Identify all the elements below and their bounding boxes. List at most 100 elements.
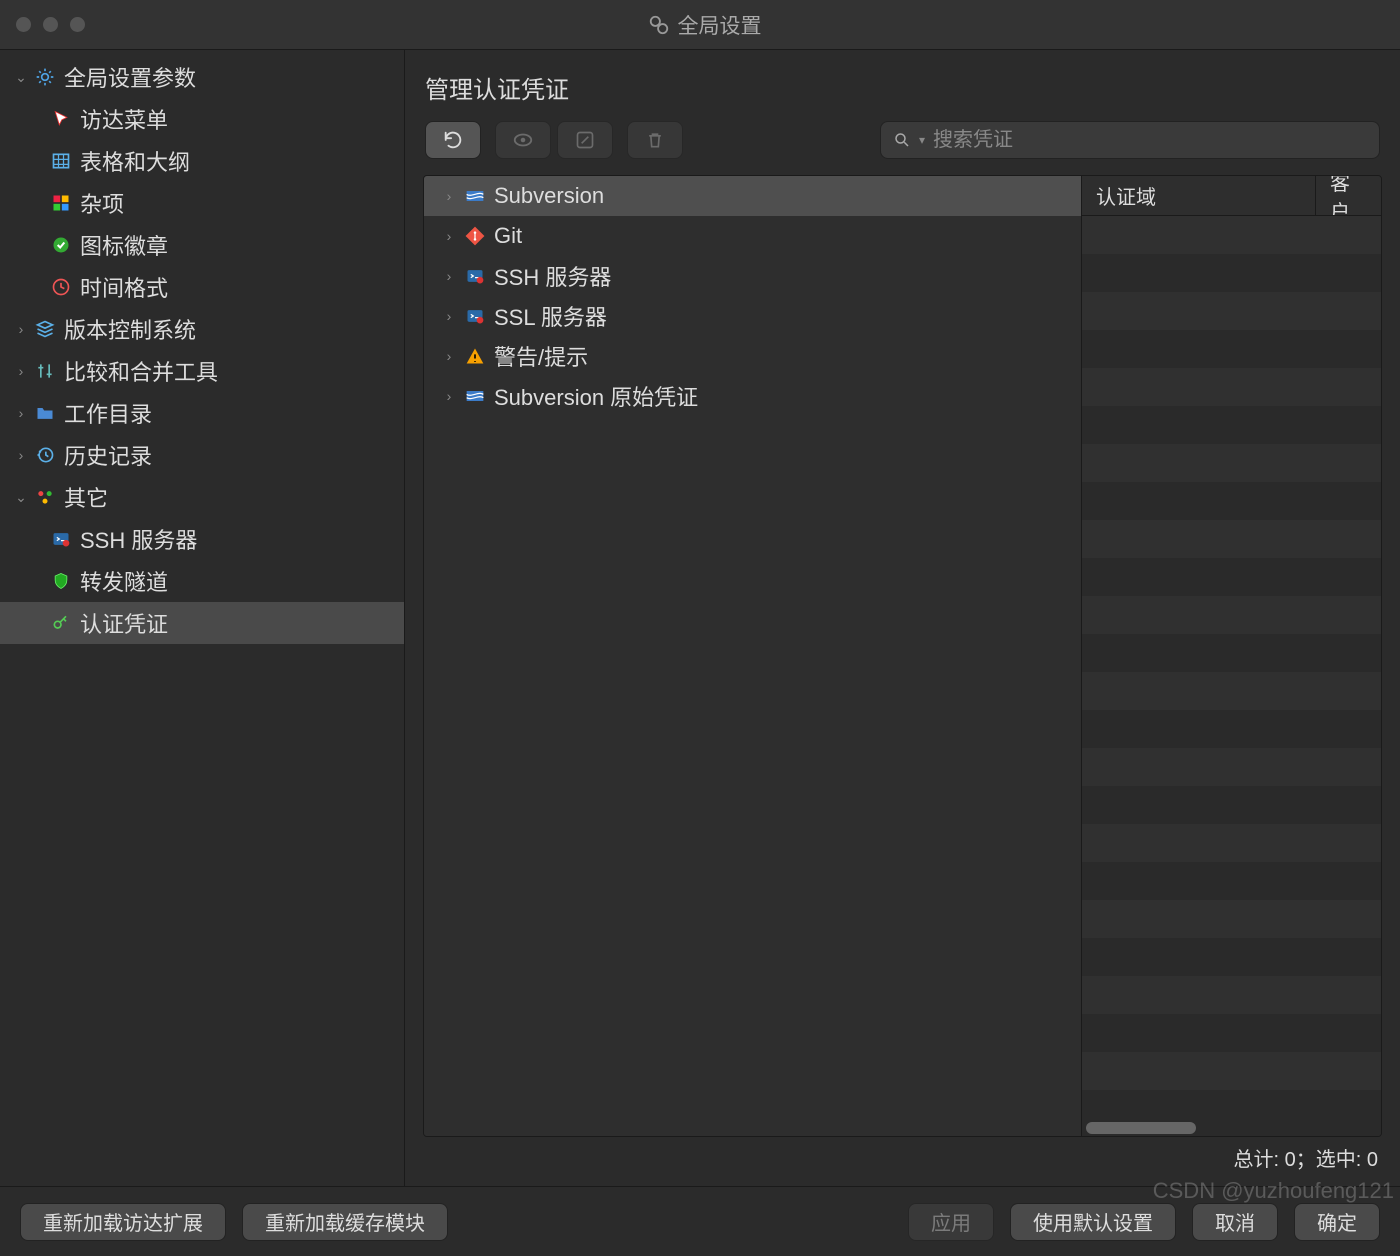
svn-icon — [464, 185, 486, 207]
search-input[interactable] — [933, 129, 1367, 152]
category-label: 警告/提示 — [494, 340, 588, 372]
table-body-empty — [1082, 216, 1381, 1120]
toolbar: ▾ — [405, 121, 1400, 175]
column-header-client[interactable]: 客户 — [1316, 176, 1381, 215]
sidebar-item-label: 访达菜单 — [80, 103, 168, 135]
category-row-3[interactable]: › SSL 服务器 — [424, 296, 1081, 336]
reload-cache-button[interactable]: 重新加载缓存模块 — [242, 1203, 448, 1241]
search-box[interactable]: ▾ — [880, 121, 1380, 159]
main-panel: 管理认证凭证 — [405, 50, 1400, 1186]
sidebar-section-label: 版本控制系统 — [64, 313, 196, 345]
sidebar-item-5-0[interactable]: SSH 服务器 — [0, 518, 404, 560]
credentials-table: 认证域 客户 — [1081, 176, 1381, 1136]
history-icon — [34, 444, 56, 466]
sidebar-section-5[interactable]: ⌄ 其它 — [0, 476, 404, 518]
zoom-dot[interactable] — [70, 17, 85, 32]
sidebar-section-label: 比较和合并工具 — [64, 355, 218, 387]
gear-icon — [34, 66, 56, 88]
clock-icon — [50, 276, 72, 298]
titlebar: 全局设置 — [0, 0, 1400, 50]
git-icon — [464, 225, 486, 247]
sidebar-item-label: 时间格式 — [80, 271, 168, 303]
sidebar-item-0-1[interactable]: 表格和大纲 — [0, 140, 404, 182]
category-row-4[interactable]: › 警告/提示 — [424, 336, 1081, 376]
refresh-button[interactable] — [425, 121, 481, 159]
key-icon — [50, 612, 72, 634]
category-list: ›Subversion›Git›SSH 服务器›SSL 服务器›警告/提示›Su… — [424, 176, 1081, 1136]
sidebar-item-label: 表格和大纲 — [80, 145, 190, 177]
apply-button: 应用 — [908, 1203, 994, 1241]
terminal-icon — [464, 305, 486, 327]
sidebar-item-label: 杂项 — [80, 187, 124, 219]
sidebar-item-5-2[interactable]: 认证凭证 — [0, 602, 404, 644]
sidebar-item-0-0[interactable]: 访达菜单 — [0, 98, 404, 140]
folder-icon — [34, 402, 56, 424]
warning-icon — [464, 345, 486, 367]
disclosure-icon: › — [434, 308, 464, 324]
sidebar-section-3[interactable]: › 工作目录 — [0, 392, 404, 434]
sidebar-section-0[interactable]: ⌄ 全局设置参数 — [0, 56, 404, 98]
sidebar-item-0-2[interactable]: 杂项 — [0, 182, 404, 224]
disclosure-icon: › — [434, 348, 464, 364]
sidebar-section-4[interactable]: › 历史记录 — [0, 434, 404, 476]
disclosure-icon: › — [434, 188, 464, 204]
disclosure-icon: › — [12, 321, 30, 337]
blocks-icon — [50, 192, 72, 214]
sidebar-item-label: 图标徽章 — [80, 229, 168, 261]
svn-icon — [464, 385, 486, 407]
terminal-icon — [464, 265, 486, 287]
category-label: Subversion 原始凭证 — [494, 380, 698, 412]
view-button — [495, 121, 551, 159]
sidebar-section-label: 其它 — [64, 481, 108, 513]
gears-icon — [648, 14, 670, 36]
sidebar-section-label: 工作目录 — [64, 397, 152, 429]
column-header-domain[interactable]: 认证域 — [1082, 176, 1315, 215]
sidebar-section-1[interactable]: › 版本控制系统 — [0, 308, 404, 350]
terminal-icon — [50, 528, 72, 550]
disclosure-icon: › — [12, 363, 30, 379]
sidebar-item-0-4[interactable]: 时间格式 — [0, 266, 404, 308]
sidebar-section-2[interactable]: › 比较和合并工具 — [0, 350, 404, 392]
sidebar-section-label: 历史记录 — [64, 439, 152, 471]
table-icon — [50, 150, 72, 172]
status-line: 总计: 0；选中: 0 — [405, 1137, 1400, 1186]
reload-finder-button[interactable]: 重新加载访达扩展 — [20, 1203, 226, 1241]
disclosure-icon: › — [434, 228, 464, 244]
category-label: Subversion — [494, 183, 604, 209]
sidebar-item-label: 认证凭证 — [80, 607, 168, 639]
shield-icon — [50, 570, 72, 592]
dots-icon — [34, 486, 56, 508]
horizontal-scrollbar[interactable] — [1082, 1120, 1381, 1136]
category-row-2[interactable]: ›SSH 服务器 — [424, 256, 1081, 296]
ok-button[interactable]: 确定 — [1294, 1203, 1380, 1241]
chevron-down-icon: ▾ — [919, 133, 925, 147]
footer: 重新加载访达扩展 重新加载缓存模块 应用 使用默认设置 取消 确定 — [0, 1186, 1400, 1256]
disclosure-icon: ⌄ — [12, 69, 30, 86]
disclosure-icon: › — [12, 405, 30, 421]
category-row-1[interactable]: › Git — [424, 216, 1081, 256]
disclosure-icon: › — [434, 388, 464, 404]
cancel-button[interactable]: 取消 — [1192, 1203, 1278, 1241]
stack-icon — [34, 318, 56, 340]
close-dot[interactable] — [16, 17, 31, 32]
sidebar-item-5-1[interactable]: 转发隧道 — [0, 560, 404, 602]
defaults-button[interactable]: 使用默认设置 — [1010, 1203, 1176, 1241]
window-title: 全局设置 — [678, 10, 762, 40]
disclosure-icon: ⌄ — [12, 489, 30, 506]
sidebar-item-label: 转发隧道 — [80, 565, 168, 597]
sidebar-item-0-3[interactable]: 图标徽章 — [0, 224, 404, 266]
category-row-5[interactable]: › Subversion 原始凭证 — [424, 376, 1081, 416]
sidebar-section-label: 全局设置参数 — [64, 61, 196, 93]
check-badge-icon — [50, 234, 72, 256]
category-row-0[interactable]: › Subversion — [424, 176, 1081, 216]
minimize-dot[interactable] — [43, 17, 58, 32]
edit-button — [557, 121, 613, 159]
category-label: Git — [494, 223, 522, 249]
main-heading: 管理认证凭证 — [405, 50, 1400, 121]
search-icon — [893, 131, 911, 149]
disclosure-icon: › — [12, 447, 30, 463]
disclosure-icon: › — [434, 268, 464, 284]
window-controls — [16, 17, 85, 32]
category-label: SSL 服务器 — [494, 300, 607, 332]
cursor-icon — [50, 108, 72, 130]
